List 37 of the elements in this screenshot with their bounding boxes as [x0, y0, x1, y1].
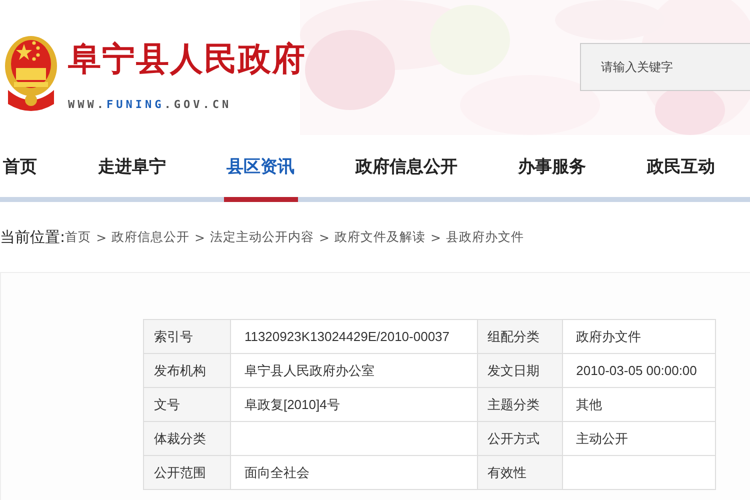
field-value: 阜政复[2010]4号: [230, 388, 478, 422]
breadcrumb-separator: >: [319, 230, 330, 244]
breadcrumb-separator: >: [194, 230, 206, 244]
field-label: 体裁分类: [144, 422, 231, 456]
nav-item[interactable]: 办事服务: [515, 135, 590, 202]
field-value: 阜宁县人民政府办公室: [230, 354, 478, 388]
nav-item[interactable]: 首页: [0, 135, 40, 202]
nav-item[interactable]: 走进阜宁: [94, 135, 169, 202]
field-value: 11320923K13024429E/2010-00037: [230, 320, 478, 354]
breadcrumb-link[interactable]: 首页: [65, 228, 92, 246]
field-label: 组配分类: [477, 320, 563, 354]
field-label: 有效性: [477, 456, 563, 490]
breadcrumb-link[interactable]: 县政府办文件: [446, 228, 524, 246]
nav-item[interactable]: 县区资讯: [224, 135, 298, 202]
field-label: 发文日期: [477, 354, 563, 388]
field-value: 政府办文件: [562, 320, 716, 354]
field-value: 2010-03-05 00:00:00: [562, 354, 716, 388]
breadcrumb-link[interactable]: 政府信息公开: [112, 228, 190, 246]
breadcrumb-separator: >: [96, 230, 107, 244]
field-label: 公开方式: [477, 422, 563, 456]
breadcrumb-separator: >: [430, 230, 441, 244]
nav-item[interactable]: 政民互动: [644, 135, 718, 202]
site-title: 阜宁县人民政府: [68, 38, 306, 80]
field-label: 公开范围: [144, 456, 231, 490]
breadcrumb-link[interactable]: 法定主动公开内容: [210, 228, 314, 246]
breadcrumb-label: 当前位置:: [0, 228, 66, 246]
field-value: 主动公开: [562, 422, 716, 456]
site-url: WWW.FUNING.GOV.CN: [68, 98, 233, 111]
field-label: 文号: [144, 388, 231, 422]
field-value: 其他: [562, 388, 716, 422]
search-field[interactable]: 请输入关键字: [580, 43, 750, 91]
field-value: 面向全社会: [230, 456, 478, 490]
breadcrumb-link[interactable]: 政府文件及解读: [334, 228, 426, 246]
field-label: 索引号: [144, 320, 231, 354]
field-label: 发布机构: [144, 354, 231, 388]
field-label: 主题分类: [477, 388, 563, 422]
nav-item[interactable]: 政府信息公开: [352, 135, 460, 202]
